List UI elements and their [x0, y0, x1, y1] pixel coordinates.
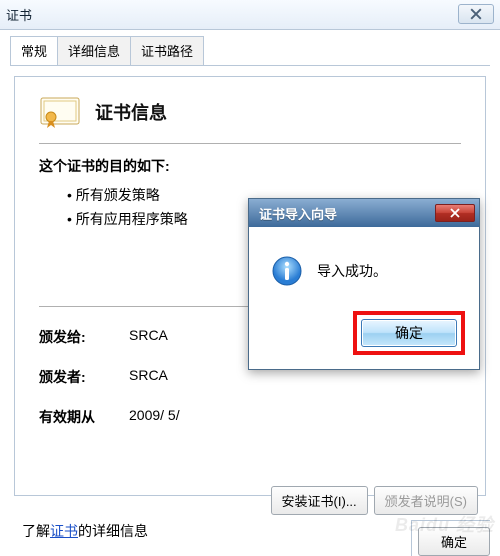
- certificate-icon: [39, 95, 81, 129]
- popup-close-button[interactable]: [435, 204, 475, 222]
- import-wizard-popup: 证书导入向导 导入成功。 确定: [248, 198, 480, 370]
- learn-more-text: 了解证书的详细信息: [22, 521, 148, 541]
- dialog-ok-area: 确定: [411, 520, 490, 556]
- valid-from-value: 2009/ 5/: [129, 407, 180, 427]
- close-icon: [449, 208, 461, 218]
- tab-strip: 常规 详细信息 证书路径: [0, 30, 500, 65]
- learn-suffix: 的详细信息: [78, 523, 148, 539]
- valid-from-label: 有效期从: [39, 407, 129, 427]
- close-icon: [470, 8, 482, 20]
- divider: [39, 143, 461, 144]
- issued-to-value: SRCA: [129, 327, 168, 347]
- learn-prefix: 了解: [22, 523, 50, 539]
- tab-underline: [10, 65, 490, 66]
- popup-message: 导入成功。: [317, 261, 387, 281]
- dialog-ok-button[interactable]: 确定: [418, 527, 490, 556]
- learn-cert-link[interactable]: 证书: [50, 523, 78, 539]
- popup-titlebar: 证书导入向导: [249, 199, 479, 227]
- issuer-value: SRCA: [129, 367, 168, 387]
- window-close-button[interactable]: [458, 4, 494, 24]
- purpose-label: 这个证书的目的如下:: [39, 156, 461, 176]
- issuer-statement-button: 颁发者说明(S): [374, 486, 478, 515]
- popup-title: 证书导入向导: [259, 204, 337, 223]
- ok-button-highlight: 确定: [353, 311, 465, 355]
- issuer-label: 颁发者:: [39, 367, 129, 387]
- info-icon: [271, 255, 303, 287]
- install-cert-button[interactable]: 安装证书(I)...: [271, 486, 368, 515]
- window-titlebar: 证书: [0, 0, 500, 30]
- popup-ok-button[interactable]: 确定: [361, 319, 457, 347]
- window-title: 证书: [6, 5, 32, 24]
- issued-to-label: 颁发给:: [39, 327, 129, 347]
- tab-general[interactable]: 常规: [10, 36, 58, 65]
- tab-certpath[interactable]: 证书路径: [130, 36, 204, 65]
- tab-details[interactable]: 详细信息: [57, 36, 131, 65]
- cert-info-heading: 证书信息: [95, 99, 167, 125]
- panel-footer-buttons: 安装证书(I)... 颁发者说明(S): [271, 486, 478, 515]
